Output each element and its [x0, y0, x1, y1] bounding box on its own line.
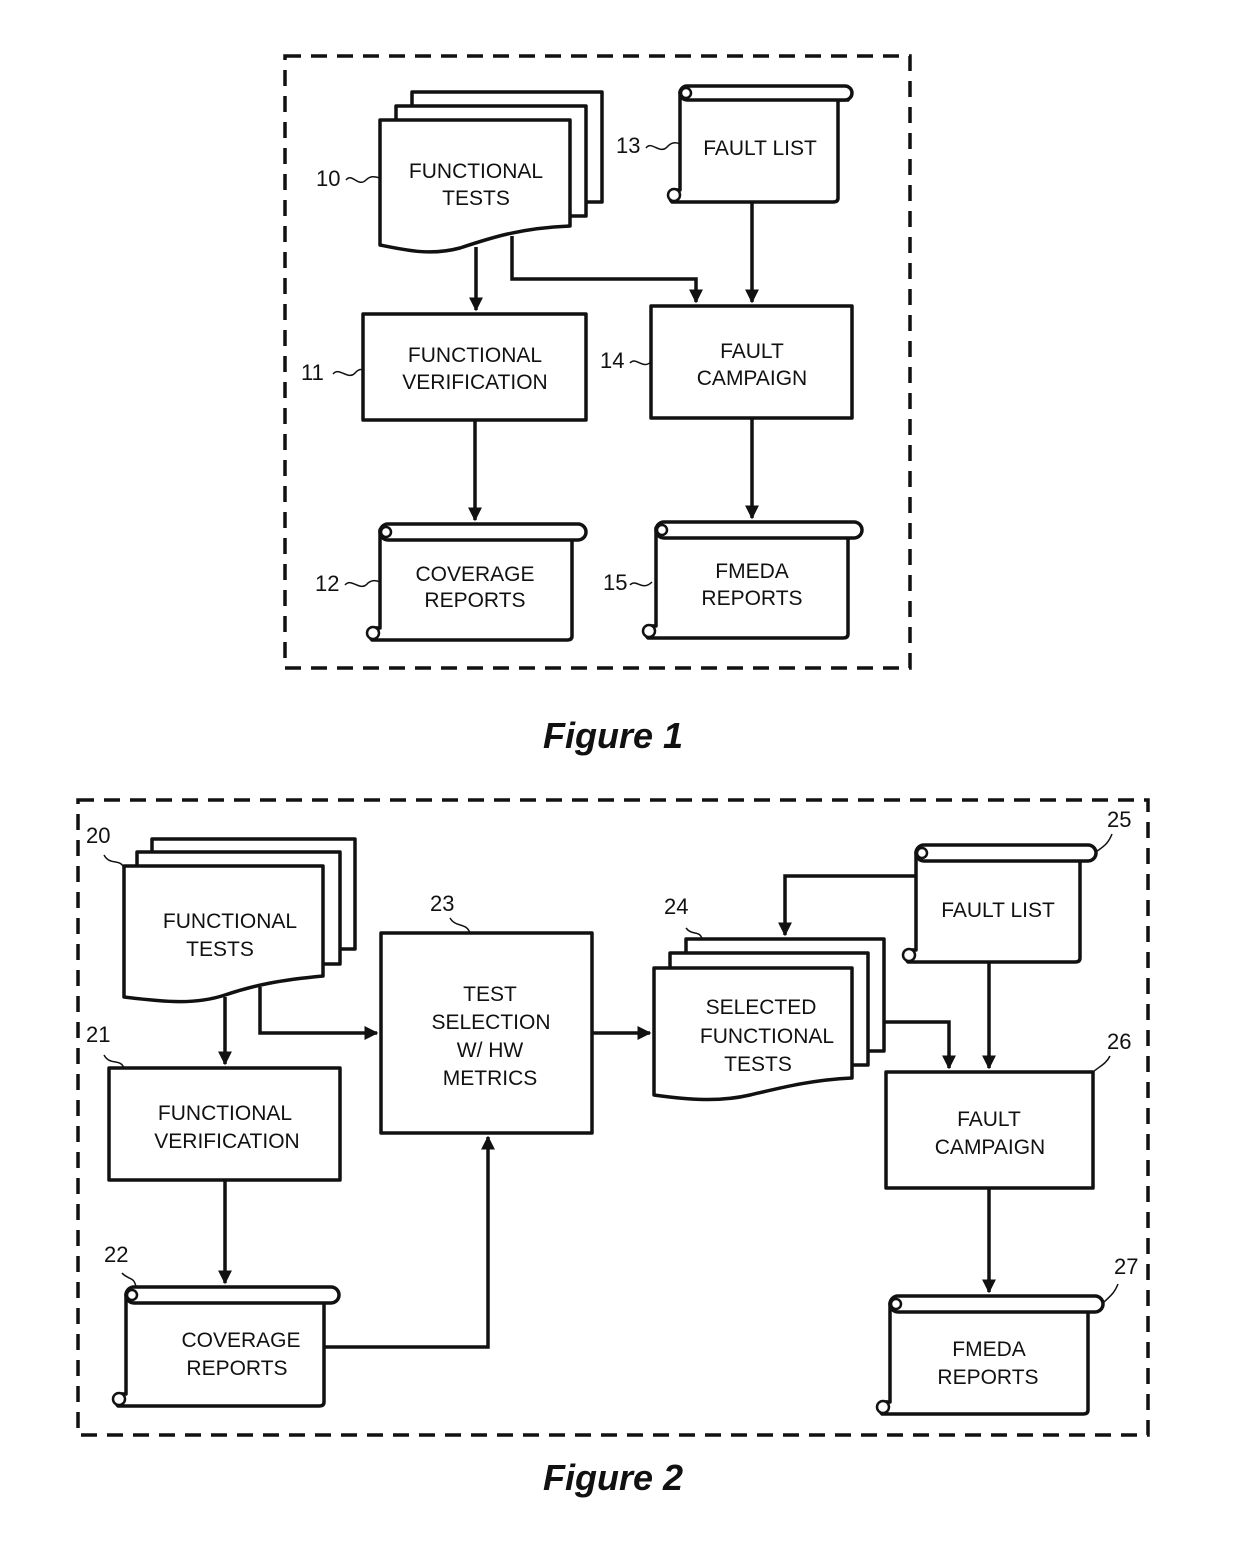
f2-arrow-coverage-to-selection [324, 1135, 495, 1349]
f2-fault-campaign: FAULT CAMPAIGN 26 [884, 1029, 1131, 1190]
f1-functional-verification-line1: FUNCTIONAL [408, 344, 542, 367]
f2-fault-campaign-line2: CAMPAIGN [935, 1136, 1045, 1159]
f2-functional-tests-line1: FUNCTIONAL [163, 910, 297, 933]
f1-fault-campaign: FAULT CAMPAIGN 14 [600, 304, 854, 420]
f2-functional-verification-line1: FUNCTIONAL [158, 1102, 292, 1125]
f1-ref-10: 10 [316, 166, 340, 191]
f2-fmeda-reports-line1: FMEDA [952, 1338, 1026, 1361]
f2-fault-list: FAULT LIST 25 [901, 807, 1131, 964]
f2-selected-functional-tests-line3: TESTS [724, 1053, 792, 1076]
f2-test-selection-line1: TEST [463, 983, 517, 1006]
f1-fault-campaign-line2: CAMPAIGN [697, 367, 807, 390]
f1-functional-tests: FUNCTIONAL TESTS 10 [316, 90, 604, 254]
f2-ref-26: 26 [1107, 1029, 1131, 1054]
f2-fmeda-reports: FMEDA REPORTS 27 [875, 1254, 1138, 1416]
f2-ref-21: 21 [86, 1022, 110, 1047]
f2-arrow-tests-to-selection [258, 987, 379, 1040]
f2-ref-20: 20 [86, 823, 110, 848]
f2-selected-functional-tests: SELECTED FUNCTIONAL TESTS 24 [652, 894, 886, 1102]
f1-fmeda-reports-line1: FMEDA [715, 560, 789, 583]
patent-diagram: FUNCTIONAL TESTS 10 FAULT LIST 13 FUNCTI… [76, 54, 1150, 1498]
f1-ref-15: 15 [603, 570, 627, 595]
f2-fault-campaign-line1: FAULT [957, 1108, 1021, 1131]
f2-functional-verification: FUNCTIONAL VERIFICATION 21 [86, 1022, 342, 1182]
f2-functional-verification-line2: VERIFICATION [154, 1130, 299, 1153]
f1-functional-tests-line2: TESTS [442, 187, 510, 210]
f1-fault-list-label: FAULT LIST [703, 137, 817, 160]
f1-fault-campaign-line1: FAULT [720, 340, 784, 363]
f2-ref-27: 27 [1114, 1254, 1138, 1279]
f2-selected-functional-tests-line1: SELECTED [706, 996, 817, 1019]
f2-ref-25: 25 [1107, 807, 1131, 832]
f2-test-selection-line2: SELECTION [431, 1011, 550, 1034]
f2-coverage-reports-line1: COVERAGE [181, 1329, 300, 1352]
f1-ref-14: 14 [600, 348, 624, 373]
f2-test-selection-line4: METRICS [443, 1067, 538, 1090]
f2-functional-tests: FUNCTIONAL TESTS 20 [86, 823, 357, 1004]
f2-functional-tests-line2: TESTS [186, 938, 254, 961]
figure-1: FUNCTIONAL TESTS 10 FAULT LIST 13 FUNCTI… [283, 54, 912, 756]
f1-coverage-reports: COVERAGE REPORTS 12 [315, 522, 588, 642]
figure-2: FUNCTIONAL TESTS 20 FUNCTIONAL VERIFICAT… [76, 798, 1150, 1498]
f2-coverage-reports-line2: REPORTS [186, 1357, 287, 1380]
f1-fmeda-reports: FMEDA REPORTS 15 [603, 520, 864, 640]
f2-fmeda-reports-line2: REPORTS [937, 1366, 1038, 1389]
figure-1-caption: Figure 1 [543, 715, 683, 756]
f1-fault-list: FAULT LIST 13 [616, 84, 854, 204]
f1-functional-verification-line2: VERIFICATION [402, 371, 547, 394]
f2-arrow-faultlist-to-selected [778, 874, 916, 937]
f2-test-selection: TEST SELECTION W/ HW METRICS 23 [379, 891, 594, 1135]
f2-ref-23: 23 [430, 891, 454, 916]
f1-functional-verification: FUNCTIONAL VERIFICATION 11 [301, 312, 588, 422]
f2-selected-functional-tests-line2: FUNCTIONAL [700, 1025, 834, 1048]
f1-coverage-reports-line2: REPORTS [424, 589, 525, 612]
f1-fmeda-reports-line2: REPORTS [701, 587, 802, 610]
figure-2-caption: Figure 2 [543, 1457, 683, 1498]
f1-functional-tests-line1: FUNCTIONAL [409, 160, 543, 183]
f2-coverage-reports: COVERAGE REPORTS 22 [104, 1242, 341, 1408]
f2-arrow-selected-to-campaign [884, 1020, 956, 1070]
f2-ref-22: 22 [104, 1242, 128, 1267]
f1-ref-11: 11 [301, 360, 324, 385]
f1-ref-13: 13 [616, 133, 640, 158]
f1-ref-12: 12 [315, 571, 339, 596]
f2-fault-list-label: FAULT LIST [941, 899, 1055, 922]
f2-test-selection-line3: W/ HW [457, 1039, 524, 1062]
f2-ref-24: 24 [664, 894, 688, 919]
f1-coverage-reports-line1: COVERAGE [415, 563, 534, 586]
f1-arrow-tests-to-campaign [510, 236, 703, 304]
